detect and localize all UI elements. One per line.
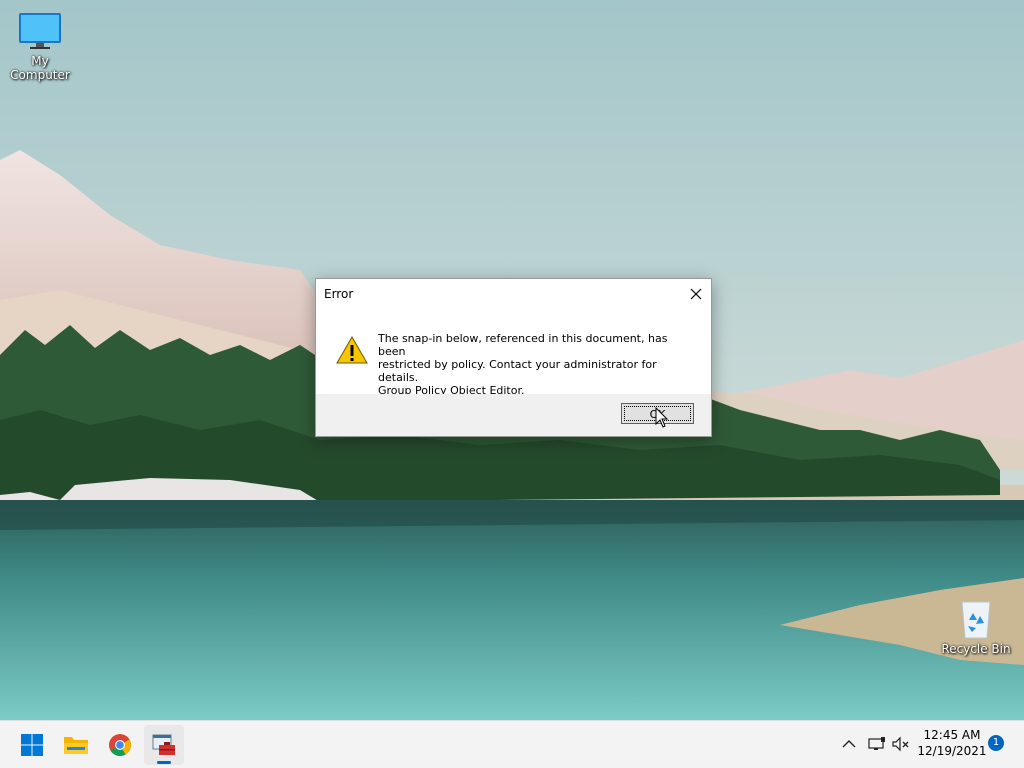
- tray-network[interactable]: [866, 733, 888, 755]
- dialog-body: The snap-in below, referenced in this do…: [316, 309, 711, 397]
- folder-icon: [64, 737, 88, 754]
- chrome-icon: [109, 734, 131, 756]
- desktop-icon-my-computer[interactable]: My Computer: [0, 12, 80, 82]
- dialog-footer: OK: [316, 394, 711, 436]
- clock-date: 12/19/2021: [917, 744, 987, 758]
- dialog-close-button[interactable]: [681, 279, 711, 309]
- ok-button[interactable]: OK: [621, 403, 694, 424]
- network-icon: [868, 737, 885, 750]
- tray-volume[interactable]: [890, 733, 912, 755]
- monitor-icon: [19, 13, 61, 49]
- clock-time: 12:45 AM: [923, 728, 981, 742]
- speaker-muted-icon: [892, 736, 909, 752]
- warning-icon: [336, 335, 368, 364]
- desktop-icon-label: Recycle Bin: [941, 642, 1011, 656]
- tray-overflow-button[interactable]: [838, 733, 860, 755]
- taskbar-mmc[interactable]: [144, 725, 184, 765]
- error-dialog: Error The snap-in below, referenced in t…: [315, 278, 712, 437]
- start-button[interactable]: [12, 725, 52, 765]
- chevron-up-icon: [842, 740, 856, 748]
- taskbar-file-explorer[interactable]: [56, 725, 96, 765]
- notification-badge[interactable]: 1: [988, 735, 1004, 751]
- desktop-icon-label: My Computer: [10, 54, 70, 82]
- taskbar-clock[interactable]: 12:45 AM 12/19/2021: [916, 727, 988, 759]
- active-app-indicator: [157, 761, 171, 764]
- recycle-bin-icon: [961, 601, 991, 639]
- taskbar: 12:45 AM 12/19/2021: [0, 720, 1024, 768]
- windows-start-icon: [21, 734, 43, 756]
- dialog-message-line: The snap-in below, referenced in this do…: [378, 332, 668, 358]
- toolbox-icon: [152, 734, 175, 755]
- dialog-message: The snap-in below, referenced in this do…: [378, 332, 698, 397]
- dialog-message-line: restricted by policy. Contact your admin…: [378, 358, 657, 384]
- desktop-icon-recycle-bin[interactable]: Recycle Bin: [936, 598, 1016, 656]
- dialog-title: Error: [324, 287, 354, 301]
- close-icon: [690, 288, 702, 300]
- taskbar-chrome[interactable]: [100, 725, 140, 765]
